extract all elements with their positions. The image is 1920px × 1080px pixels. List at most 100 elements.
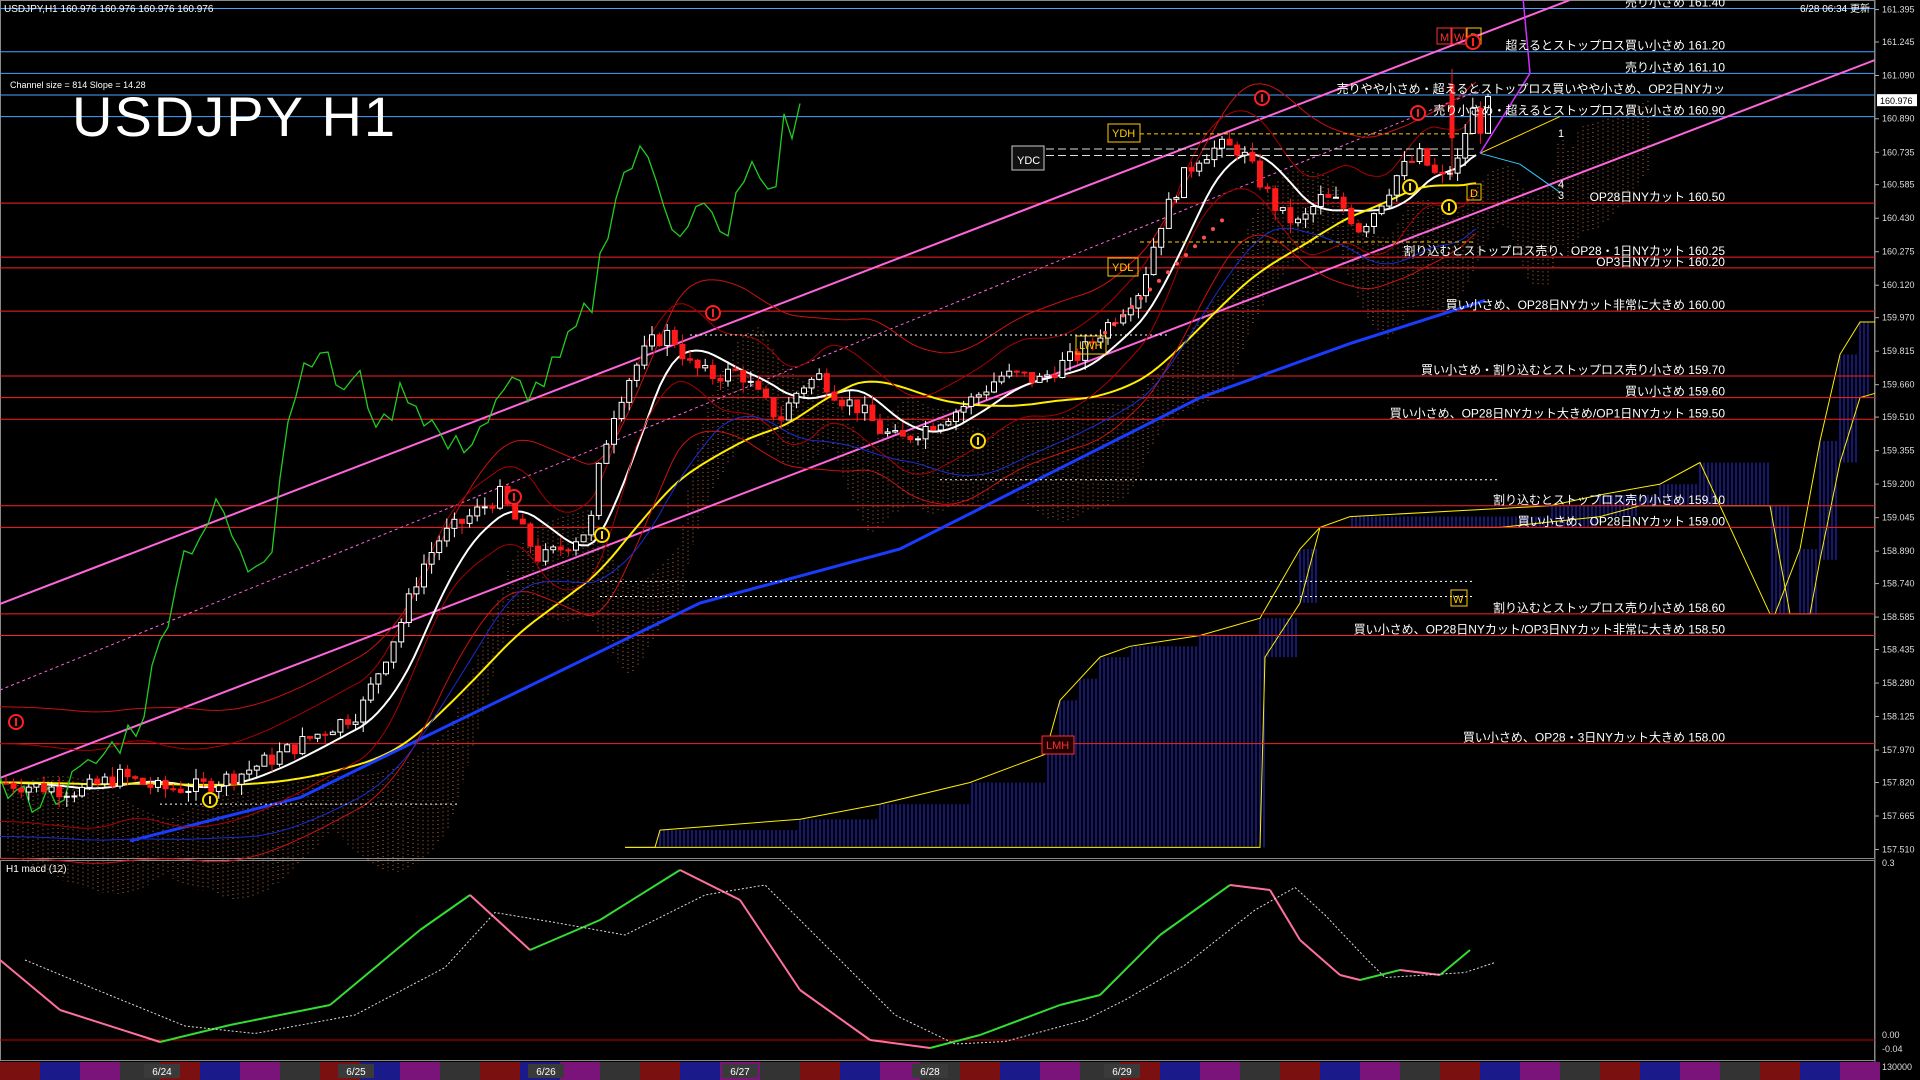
signal-dot bbox=[1103, 330, 1107, 335]
signal-dot bbox=[1148, 287, 1152, 292]
candle-body bbox=[960, 405, 967, 413]
candle-body bbox=[200, 778, 207, 782]
time-axis-segment bbox=[1400, 1062, 1440, 1080]
macd-axis-label: -0.04 bbox=[1882, 1044, 1903, 1054]
signal-dot bbox=[1166, 270, 1170, 275]
band-lower-line bbox=[0, 233, 1477, 864]
candle-body bbox=[747, 380, 754, 383]
level-label: 売りやや小さめ・超えるとストップロス買いやや小さめ、OP2日NYカッ bbox=[1337, 81, 1725, 96]
time-axis-segment bbox=[0, 1062, 40, 1080]
macd-segment bbox=[679, 869, 741, 901]
candle-body bbox=[725, 368, 731, 382]
signal-dot bbox=[1202, 235, 1206, 240]
level-label: 超えるとストップロス買い小さめ 161.20 bbox=[1505, 38, 1725, 53]
candle-body bbox=[314, 733, 321, 739]
candle-body bbox=[139, 777, 146, 785]
wave-label-3: 3 bbox=[1558, 190, 1564, 202]
candle-body bbox=[215, 785, 222, 792]
candle-body bbox=[1150, 246, 1157, 276]
candle-body bbox=[1340, 196, 1347, 209]
candle-body bbox=[261, 754, 268, 767]
candle-body bbox=[459, 518, 465, 524]
price-chart[interactable]: 売り小さめ 161.40 超えるとストップロス買い小さめ 161.20 売り小さめ … bbox=[0, 0, 1920, 1080]
macd-segment bbox=[1269, 889, 1301, 941]
candle-body bbox=[1462, 133, 1469, 159]
candle-body bbox=[892, 430, 899, 433]
macd-axis-label: 0.3 bbox=[1882, 858, 1895, 868]
macd-segment bbox=[1299, 939, 1341, 976]
candle-body bbox=[915, 438, 921, 441]
candle-body bbox=[41, 783, 47, 793]
candle-body bbox=[945, 420, 952, 426]
signal-dot bbox=[1121, 313, 1125, 318]
time-axis-segment bbox=[1160, 1062, 1200, 1080]
candle-body bbox=[489, 506, 496, 509]
price-tick-label: 159.660 bbox=[1882, 380, 1915, 390]
candle-body bbox=[717, 377, 724, 382]
candle-body bbox=[664, 329, 671, 347]
candle-body bbox=[238, 773, 245, 785]
candle-body bbox=[481, 506, 488, 509]
time-axis-segment bbox=[1200, 1062, 1240, 1080]
candle-body bbox=[1051, 374, 1058, 379]
candle-body bbox=[276, 751, 283, 765]
candle-body bbox=[801, 387, 807, 394]
candle-body bbox=[1249, 151, 1256, 162]
candle-body bbox=[930, 425, 937, 431]
time-axis-segment bbox=[1360, 1062, 1400, 1080]
time-axis-segment bbox=[800, 1062, 840, 1080]
candle-body bbox=[1181, 167, 1187, 199]
price-tick-label: 160.890 bbox=[1882, 114, 1915, 124]
candle-body bbox=[542, 549, 549, 562]
price-tick-label: 158.125 bbox=[1882, 712, 1915, 722]
price-tick-label: 158.740 bbox=[1882, 579, 1915, 589]
candle-body bbox=[1067, 351, 1073, 361]
candle-body bbox=[497, 485, 503, 509]
candle-body bbox=[1279, 207, 1286, 211]
time-axis-segment bbox=[1800, 1062, 1840, 1080]
time-axis-segment bbox=[1720, 1062, 1760, 1080]
level-label: 買い小さめ、OP28日NYカット大きめ/OP1日NYカット 159.50 bbox=[1390, 406, 1726, 420]
candle-body bbox=[360, 699, 367, 723]
price-tick-label: 161.245 bbox=[1882, 37, 1915, 47]
signal-dot bbox=[1193, 244, 1197, 249]
candle-body bbox=[367, 683, 374, 701]
macd-segment bbox=[329, 929, 421, 1006]
candle-body bbox=[1143, 274, 1149, 297]
candle-body bbox=[907, 435, 914, 441]
candle-body bbox=[1325, 194, 1332, 198]
price-tick-label: 160.430 bbox=[1882, 213, 1915, 223]
d-marker-lower: D bbox=[1470, 188, 1478, 200]
price-tick-label: 158.280 bbox=[1882, 678, 1915, 688]
chikou-line bbox=[0, 103, 801, 814]
candle-body bbox=[618, 401, 625, 420]
time-axis-segment bbox=[960, 1062, 1000, 1080]
candle-body bbox=[18, 787, 25, 793]
candle-body bbox=[1454, 157, 1461, 174]
candle-body bbox=[10, 782, 17, 789]
candle-body bbox=[1211, 147, 1218, 161]
candle-body bbox=[633, 364, 640, 381]
candle-body bbox=[124, 768, 131, 778]
candle-body bbox=[428, 552, 435, 565]
candle-body bbox=[1317, 194, 1324, 208]
candle-body bbox=[3, 782, 9, 785]
candle-body bbox=[208, 780, 215, 792]
candle-body bbox=[185, 790, 192, 793]
price-axis-bg bbox=[1875, 0, 1920, 1062]
candle-body bbox=[322, 733, 329, 736]
signal-dot bbox=[1220, 218, 1224, 223]
time-axis-segment bbox=[1640, 1062, 1680, 1080]
price-tick-label: 159.355 bbox=[1882, 446, 1915, 456]
macd-segment bbox=[929, 1034, 981, 1049]
candle-body bbox=[352, 721, 359, 725]
candle-body bbox=[998, 375, 1005, 383]
macd-segment bbox=[59, 1009, 161, 1043]
candle-body bbox=[1006, 370, 1013, 377]
candle-body bbox=[1333, 196, 1339, 199]
candle-body bbox=[778, 416, 785, 421]
candle-body bbox=[231, 773, 237, 785]
level-label: OP3日NYカット 160.20 bbox=[1596, 255, 1725, 269]
level-label: 買い小さめ 159.60 bbox=[1625, 385, 1725, 399]
candle-body bbox=[1302, 213, 1309, 220]
